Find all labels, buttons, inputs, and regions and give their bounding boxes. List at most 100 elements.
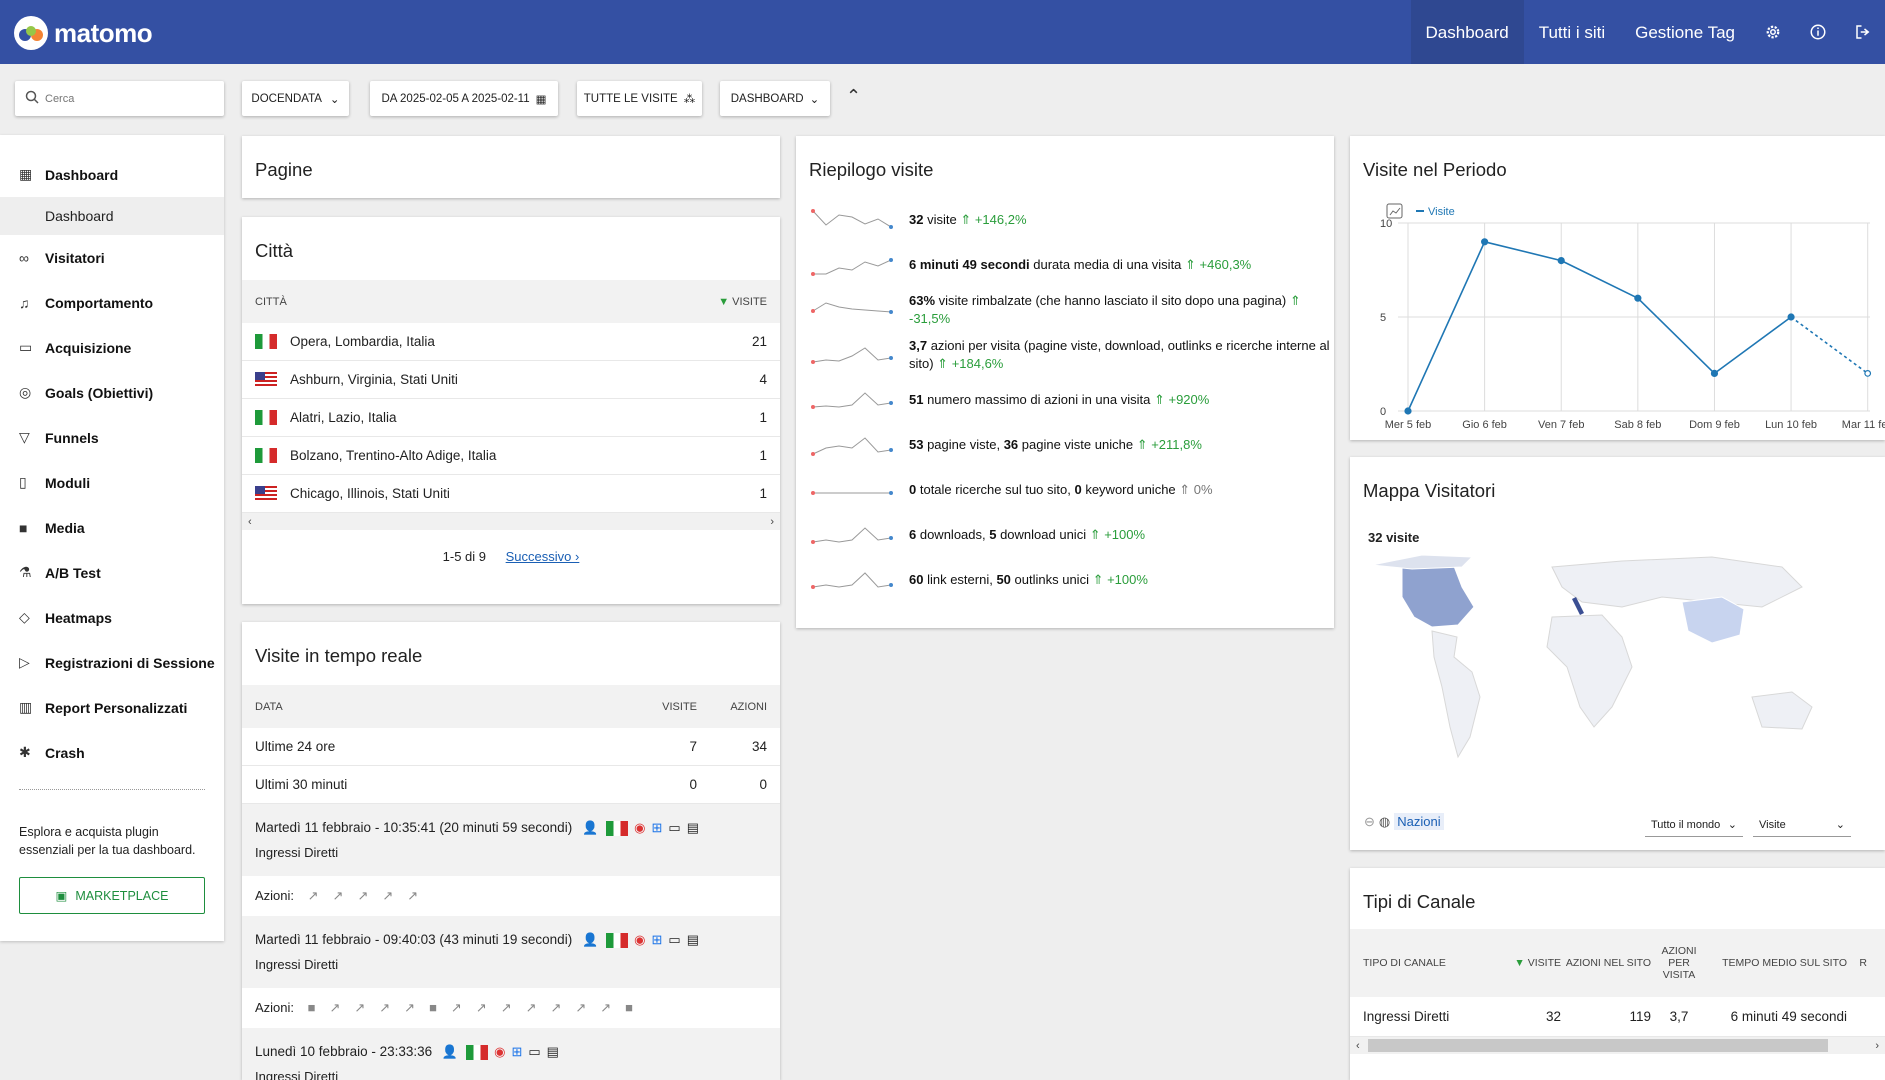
- data-point[interactable]: [1864, 369, 1872, 377]
- collapse-up-icon[interactable]: ⌃: [846, 86, 861, 107]
- summary-row[interactable]: 32 visite ⇑ +146,2%: [811, 197, 1334, 242]
- scrollbar-thumb[interactable]: [1368, 1039, 1828, 1052]
- column-header-tipo[interactable]: TIPO DI CANALE: [1363, 957, 1493, 969]
- visitor-profile-icon[interactable]: 👤: [442, 1044, 458, 1060]
- world-map[interactable]: [1362, 547, 1862, 807]
- sparkline[interactable]: [811, 522, 901, 548]
- horizontal-scrollbar[interactable]: ‹ ›: [1350, 1037, 1885, 1054]
- table-row[interactable]: Opera, Lombardia, Italia 21: [242, 323, 780, 361]
- summary-row[interactable]: 6 downloads, 5 download unici ⇑ +100%: [811, 512, 1334, 557]
- sidebar-item-dashboard[interactable]: ▦ Dashboard: [0, 152, 224, 197]
- search-input[interactable]: [45, 92, 205, 105]
- sidebar-item-acquisizione[interactable]: ▭ Acquisizione: [0, 325, 224, 370]
- sidebar-item-visitatori[interactable]: ∞ Visitatori: [0, 235, 224, 280]
- map-country-china[interactable]: [1681, 596, 1745, 644]
- chevron-right-icon[interactable]: ›: [1875, 1040, 1879, 1052]
- sidebar-item-crash[interactable]: ✱ Crash: [0, 730, 224, 775]
- visit-entry[interactable]: Martedì 11 febbraio - 09:40:03 (43 minut…: [242, 916, 780, 988]
- horizontal-scrollbar[interactable]: ‹ ›: [242, 513, 780, 530]
- visitor-profile-icon[interactable]: 👤: [582, 820, 598, 836]
- data-point[interactable]: [1404, 407, 1412, 415]
- visitor-profile-icon[interactable]: 👤: [582, 932, 598, 948]
- chevron-left-icon[interactable]: ‹: [1356, 1040, 1360, 1052]
- map-country-usa[interactable]: [1401, 560, 1475, 628]
- widget-title[interactable]: Visite nel Periodo: [1350, 136, 1885, 181]
- nav-tag-manager[interactable]: Gestione Tag: [1620, 0, 1750, 64]
- chevron-right-icon[interactable]: ›: [770, 516, 774, 528]
- table-row[interactable]: Bolzano, Trentino-Alto Adige, Italia 1: [242, 437, 780, 475]
- sparkline[interactable]: [811, 207, 901, 233]
- summary-row[interactable]: 0 totale ricerche sul tuo sito, 0 keywor…: [811, 467, 1334, 512]
- nav-all-sites[interactable]: Tutti i siti: [1524, 0, 1620, 64]
- next-page-link[interactable]: Successivo ›: [506, 549, 580, 564]
- map-region-select[interactable]: Tutto il mondo ⌄: [1645, 813, 1743, 837]
- table-row[interactable]: Chicago, Illinois, Stati Uniti 1: [242, 475, 780, 513]
- sparkline[interactable]: [811, 387, 901, 413]
- table-row[interactable]: Ingressi Diretti 32 119 3,7 6 minuti 49 …: [1350, 997, 1885, 1037]
- info-icon[interactable]: [1795, 0, 1840, 64]
- legend-label[interactable]: Visite: [1428, 206, 1455, 218]
- widget-title[interactable]: Città: [242, 217, 780, 280]
- map-africa[interactable]: [1546, 614, 1633, 728]
- sidebar-item-report-personalizzati[interactable]: ▥ Report Personalizzati: [0, 685, 224, 730]
- visit-entry[interactable]: Martedì 11 febbraio - 10:35:41 (20 minut…: [242, 804, 780, 876]
- sparkline[interactable]: [811, 477, 901, 503]
- sidebar-item-media[interactable]: ■ Media: [0, 505, 224, 550]
- sparkline[interactable]: [811, 342, 901, 368]
- period-selector[interactable]: DA 2025-02-05 A 2025-02-11 ▦: [370, 81, 558, 116]
- summary-row[interactable]: 60 link esterni, 50 outlinks unici ⇑ +10…: [811, 557, 1334, 602]
- summary-row[interactable]: 63% visite rimbalzate (che hanno lasciat…: [811, 287, 1334, 332]
- column-header-truncated[interactable]: R: [1847, 957, 1867, 969]
- table-row[interactable]: Alatri, Lazio, Italia 1: [242, 399, 780, 437]
- column-header-visits[interactable]: ▼ VISITE: [718, 296, 767, 308]
- sidebar-item-comportamento[interactable]: ♫ Comportamento: [0, 280, 224, 325]
- data-point[interactable]: [1787, 313, 1795, 321]
- sidebar-item-moduli[interactable]: ▯ Moduli: [0, 460, 224, 505]
- sparkline[interactable]: [811, 297, 901, 323]
- chart-type-icon[interactable]: [1386, 203, 1403, 219]
- column-header-visite[interactable]: ▼ VISITE: [1493, 957, 1561, 969]
- summary-row[interactable]: 3,7 azioni per visita (pagine viste, dow…: [811, 332, 1334, 377]
- summary-row[interactable]: 53 pagine viste, 36 pagine viste uniche …: [811, 422, 1334, 467]
- table-row[interactable]: Ashburn, Virginia, Stati Uniti 4: [242, 361, 780, 399]
- dashboard-selector[interactable]: DASHBOARD ⌄: [720, 81, 830, 116]
- sidebar-item-registrazioni[interactable]: ▷ Registrazioni di Sessione: [0, 640, 224, 685]
- visit-entry[interactable]: Lunedì 10 febbraio - 23:33:36 👤 ◉ ⊞ ▭ ▤ Ingr…: [242, 1028, 780, 1080]
- search-box[interactable]: [15, 81, 224, 116]
- column-header-azioni-per-visita[interactable]: AZIONI PER VISITA: [1651, 945, 1707, 981]
- map-level-nazioni[interactable]: Nazioni: [1394, 813, 1444, 830]
- action-link-icons[interactable]: ↗↗↗↗↗: [308, 888, 432, 903]
- column-header-tempo-medio[interactable]: TEMPO MEDIO SUL SITO: [1707, 957, 1847, 969]
- site-selector[interactable]: DOCENDATA ⌄: [242, 81, 349, 116]
- data-point[interactable]: [1557, 256, 1565, 265]
- action-link-icons[interactable]: ■↗↗↗↗■↗↗↗↗↗↗↗■: [308, 1000, 647, 1015]
- gear-icon[interactable]: [1750, 0, 1795, 64]
- chevron-left-icon[interactable]: ‹: [248, 516, 252, 528]
- map-eurasia[interactable]: [1551, 556, 1803, 608]
- column-header-city[interactable]: CITTÀ: [255, 296, 287, 308]
- evolution-chart[interactable]: 10 5 0Mer 5 feb Gio 6 feb Ven 7 feb Sab 8 feb…: [1350, 198, 1885, 438]
- sidebar-subitem-dashboard[interactable]: Dashboard: [0, 197, 224, 235]
- sparkline[interactable]: [811, 432, 901, 458]
- map-south-america[interactable]: [1431, 630, 1481, 759]
- map-country-canada[interactable]: [1371, 554, 1474, 570]
- sidebar-item-ab-test[interactable]: ⚗ A/B Test: [0, 550, 224, 595]
- sidebar-item-goals[interactable]: ◎ Goals (Obiettivi): [0, 370, 224, 415]
- summary-row[interactable]: 51 numero massimo di azioni in una visit…: [811, 377, 1334, 422]
- data-point[interactable]: [1481, 238, 1489, 246]
- widget-title[interactable]: Riepilogo visite: [796, 136, 1334, 197]
- widget-title[interactable]: Pagine: [242, 136, 780, 181]
- matomo-logo[interactable]: matomo: [14, 16, 153, 50]
- sparkline[interactable]: [811, 567, 901, 593]
- widget-title[interactable]: Tipi di Canale: [1350, 868, 1885, 929]
- nav-dashboard[interactable]: Dashboard: [1410, 0, 1524, 64]
- sparkline[interactable]: [811, 252, 901, 278]
- logout-icon[interactable]: [1840, 0, 1885, 64]
- sidebar-item-heatmaps[interactable]: ◇ Heatmaps: [0, 595, 224, 640]
- zoom-out-icon[interactable]: ⊖: [1364, 814, 1375, 830]
- widget-title[interactable]: Visite in tempo reale: [242, 622, 780, 685]
- data-point[interactable]: [1634, 294, 1642, 302]
- map-metric-select[interactable]: Visite ⌄: [1753, 813, 1851, 837]
- column-header-azioni[interactable]: AZIONI NEL SITO: [1561, 957, 1651, 969]
- data-point[interactable]: [1710, 369, 1719, 377]
